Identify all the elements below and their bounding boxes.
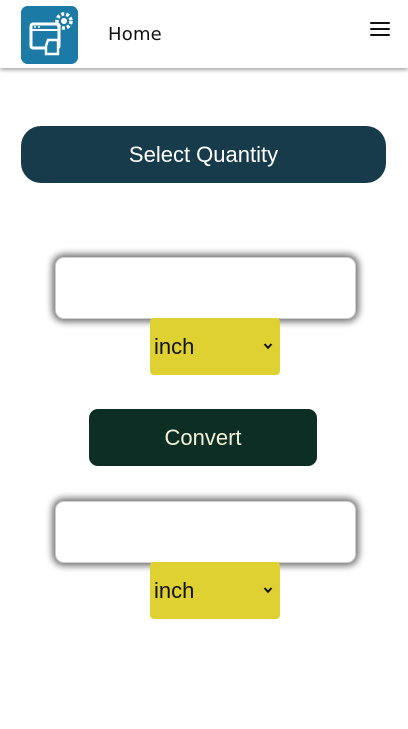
page-title[interactable]: Home xyxy=(108,24,162,45)
select-quantity-button[interactable]: Select Quantity xyxy=(21,126,386,183)
from-value-input[interactable] xyxy=(55,257,356,319)
to-unit-select[interactable]: inch xyxy=(150,562,280,619)
to-unit-value: inch xyxy=(154,578,195,603)
chevron-down-icon xyxy=(263,343,273,350)
to-value-input[interactable] xyxy=(55,501,356,563)
converter-app-logo-icon xyxy=(21,6,78,64)
from-unit-select[interactable]: inch xyxy=(150,318,280,375)
app-header: Home xyxy=(0,0,408,68)
from-unit-value: inch xyxy=(154,334,195,359)
app-logo[interactable] xyxy=(21,6,78,64)
menu-bar xyxy=(370,34,390,37)
hamburger-menu-icon[interactable] xyxy=(368,20,392,40)
menu-bar xyxy=(370,28,390,31)
convert-button[interactable]: Convert xyxy=(89,409,317,466)
chevron-down-icon xyxy=(263,587,273,594)
menu-bar xyxy=(370,22,390,25)
